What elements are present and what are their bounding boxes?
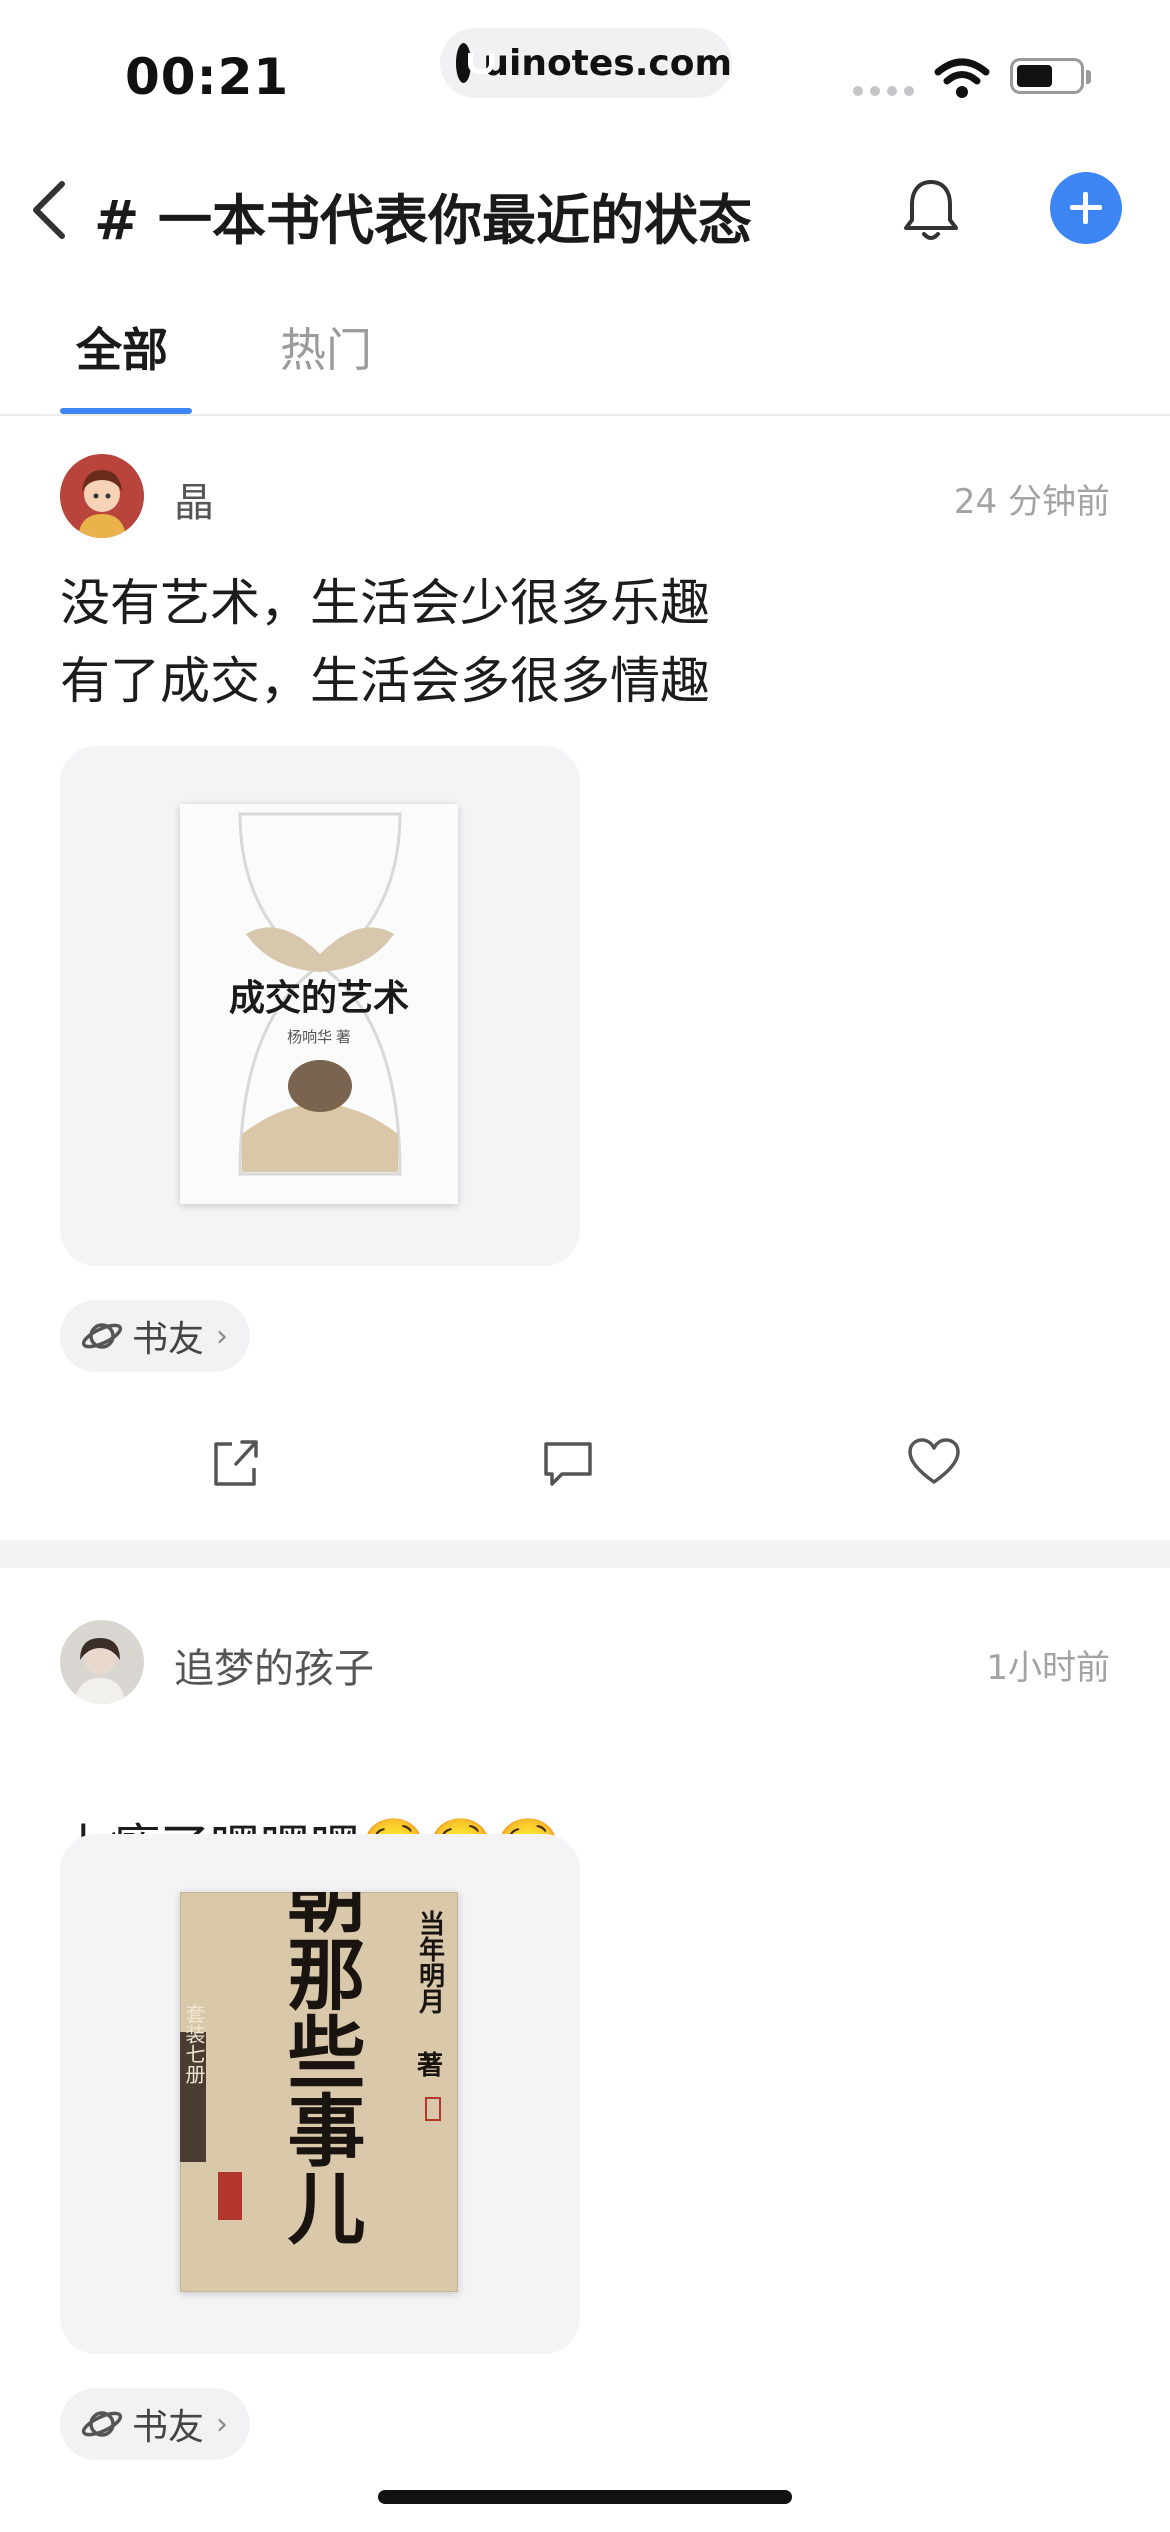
book-cover-image: 成交的艺术 杨响华 著: [180, 804, 458, 1204]
book-author-text: 当年明月: [416, 1910, 446, 2014]
book-badge-text: 套装七册: [182, 2004, 205, 2084]
planet-icon: [81, 2411, 123, 2437]
book-author-suffix-text: 著: [416, 2051, 443, 2080]
post-text: 没有艺术，生活会少很多乐趣 有了成交，生活会多很多情趣: [60, 574, 710, 710]
post-card: 追梦的孩子 1小时前 上瘾了嘿嘿嘿🤤🤤🤤 明朝那些事儿 当年明月 著 套装七册 …: [0, 1584, 1170, 2484]
create-post-button[interactable]: [1050, 172, 1122, 244]
share-icon[interactable]: [206, 1432, 266, 1492]
url-pill[interactable]: uinotes.com: [440, 28, 732, 98]
book-title-text: 成交的艺术: [229, 977, 409, 1018]
comment-icon[interactable]: [538, 1432, 598, 1492]
home-indicator: [378, 2490, 792, 2504]
battery-tip: [1086, 70, 1091, 84]
post-divider: [0, 1540, 1170, 1568]
topic-tag-chip[interactable]: 书友 ›: [60, 1300, 251, 1372]
book-title-text: 明朝那些事儿: [277, 1892, 366, 2246]
cellular-signal-icon: [853, 86, 914, 96]
topic-title: # 一本书代表你最近的状态: [94, 189, 753, 252]
planet-icon: [81, 1323, 123, 1349]
bell-icon[interactable]: [900, 176, 962, 244]
tab-hot[interactable]: 热门: [280, 314, 372, 380]
topic-header: # 一本书代表你最近的状态: [0, 150, 1170, 270]
like-heart-icon[interactable]: [904, 1432, 964, 1492]
back-arrow-icon[interactable]: [26, 178, 76, 242]
chevron-right-icon: ›: [216, 1318, 229, 1354]
avatar[interactable]: [60, 1620, 144, 1704]
tab-bar: 全部 热门: [0, 290, 1170, 416]
status-bar: 00:21 uinotes.com: [0, 0, 1170, 140]
book-author-text: 杨响华 著: [287, 1029, 351, 1046]
url-text: uinotes.com: [483, 42, 732, 84]
username[interactable]: 追梦的孩子: [174, 1636, 374, 1694]
post-image[interactable]: 成交的艺术 杨响华 著: [60, 746, 580, 1266]
book-cover-image: 明朝那些事儿 当年明月 著 套装七册: [180, 1892, 458, 2292]
wifi-icon: [934, 58, 990, 98]
post-actions: [0, 1432, 1170, 1512]
post-time: 1小时前: [986, 1648, 1110, 1688]
post-image[interactable]: 明朝那些事儿 当年明月 著 套装七册: [60, 1834, 580, 2354]
tab-all[interactable]: 全部: [76, 314, 168, 380]
battery-icon: [1010, 58, 1084, 94]
post-time: 24 分钟前: [953, 482, 1110, 522]
avatar[interactable]: [60, 454, 144, 538]
status-time: 00:21: [125, 48, 290, 106]
tag-label: 书友: [132, 2407, 205, 2448]
tag-label: 书友: [132, 1319, 205, 1360]
post-card: 晶 24 分钟前 没有艺术，生活会少很多乐趣 有了成交，生活会多很多情趣 成交的…: [0, 418, 1170, 1538]
chevron-right-icon: ›: [216, 2406, 229, 2442]
topic-tag-chip[interactable]: 书友 ›: [60, 2388, 251, 2460]
username[interactable]: 晶: [174, 470, 214, 528]
active-tab-indicator: [60, 408, 192, 414]
site-logo-icon: [456, 43, 495, 83]
